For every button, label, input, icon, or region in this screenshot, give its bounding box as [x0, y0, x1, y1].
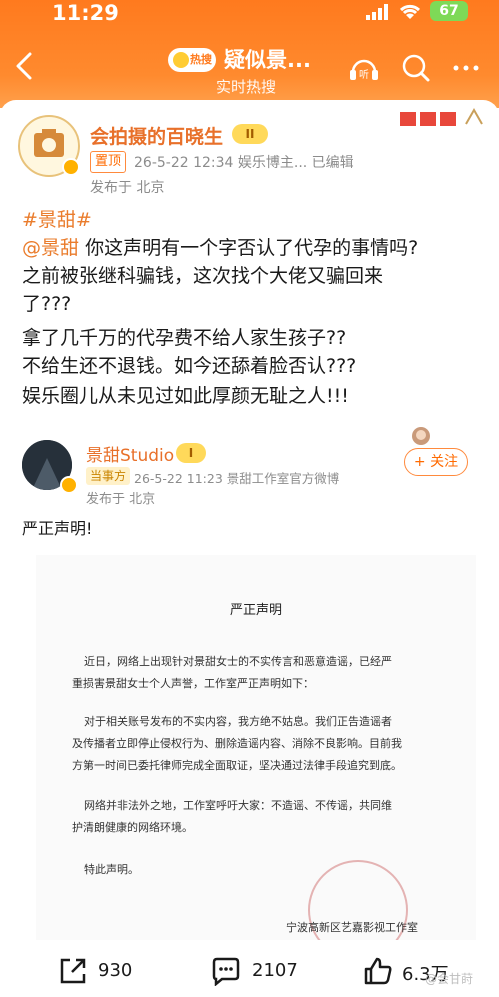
- repost-location: 发布于 北京: [86, 492, 156, 507]
- battery-indicator: 67: [430, 1, 468, 21]
- status-time: 11:29: [52, 1, 119, 25]
- listen-icon[interactable]: 听: [346, 50, 382, 86]
- post-location: 发布于 北京: [90, 180, 165, 196]
- hashtag-link[interactable]: #景甜#: [22, 209, 92, 231]
- statement-line-1: 近日，网络上出现针对景甜女士的不实传言和恶意造谣，已经严: [84, 655, 392, 668]
- top-bar: 11:29 67 热搜 疑似景... 实时热搜 听: [0, 0, 499, 108]
- hot-search-logo: 热搜: [168, 48, 216, 72]
- repost-meta: 26-5-22 11:23 景甜工作室官方微博: [134, 471, 340, 486]
- hot-search-logo-icon: [173, 52, 189, 68]
- post-hashtag[interactable]: #景甜#: [22, 208, 92, 232]
- more-icon[interactable]: [448, 50, 484, 86]
- studio-verified-badge-icon: [60, 476, 78, 494]
- statement-line-8: 特此声明。: [84, 863, 139, 876]
- involved-party-tag: 当事方: [86, 467, 131, 485]
- comment-icon[interactable]: [210, 956, 242, 986]
- signal-icon: [366, 4, 388, 20]
- like-icon[interactable]: [362, 956, 394, 986]
- statement-line-4: 及传播者立即停止侵权行为、删除造谣内容、消除不良影响。目前我: [72, 737, 402, 750]
- post-text-2: 之前被张继科骗钱，这次找个大佬又骗回来: [22, 265, 384, 287]
- festival-decoration-icon: [400, 107, 483, 126]
- statement-line-7: 护清朗健康的网络环境。: [72, 821, 193, 834]
- search-icon[interactable]: [398, 50, 434, 86]
- statement-line-6: 网络并非法外之地，工作室呼吁大家：不造谣、不传谣，共同维: [84, 799, 392, 812]
- statement-header: 严正声明!: [22, 519, 93, 538]
- mention-link[interactable]: @景甜: [22, 237, 79, 259]
- svg-text:听: 听: [359, 69, 369, 81]
- post-text-6: 娱乐圈儿从未见过如此厚颜无耻之人!!!: [22, 385, 349, 407]
- post-text-5: 不给生还不退钱。如今还舔着脸否认???: [22, 355, 357, 377]
- repost-icon[interactable]: [58, 956, 88, 986]
- avatar-pendant-icon: [412, 427, 430, 445]
- statement-image[interactable]: 严正声明 近日，网络上出现针对景甜女士的不实传言和恶意造谣，已经严 重损害景甜女…: [36, 555, 476, 940]
- follow-button[interactable]: + 关注: [404, 448, 468, 476]
- nav-bar: 热搜 疑似景... 实时热搜 听: [0, 36, 499, 98]
- hot-search-logo-text: 热搜: [190, 53, 212, 66]
- pinned-badge: 置顶: [90, 151, 127, 173]
- post-line-1: @景甜 你这声明有一个字否认了代孕的事情吗?: [22, 236, 418, 260]
- page-subtitle: 实时热搜: [216, 78, 277, 96]
- page-title: 疑似景...: [224, 48, 311, 72]
- watermark: @会甘莳: [425, 972, 474, 986]
- repost-count[interactable]: 930: [98, 960, 132, 981]
- comment-count[interactable]: 2107: [252, 960, 298, 981]
- statement-line-5: 方第一时间已委托律师完成全面取证，坚决通过法律手段追究到底。: [72, 759, 402, 772]
- post-meta: 26-5-22 12:34 娱乐博主... 已编辑: [134, 155, 354, 171]
- verified-badge-icon: [62, 158, 80, 176]
- post-text-1: 你这声明有一个字否认了代孕的事情吗?: [85, 237, 419, 259]
- statement-line-3: 对于相关账号发布的不实内容，我方绝不姑息。我们正告造谣者: [84, 715, 392, 728]
- statement-title: 严正声明: [229, 603, 282, 618]
- status-bar: 11:29 67: [0, 0, 499, 34]
- repost-author-name[interactable]: 景甜Studio: [86, 441, 174, 466]
- post-text-3: 了???: [22, 293, 72, 315]
- author-level-badge: II: [232, 124, 268, 144]
- back-icon[interactable]: [12, 50, 38, 82]
- post-author-name[interactable]: 会拍摄的百晓生: [90, 122, 223, 149]
- statement-line-2: 重损害景甜女士个人声誉，工作室严正声明如下：: [72, 677, 314, 690]
- statement-signature: 宁波高新区艺嘉影视工作室: [286, 921, 418, 934]
- wifi-icon: [399, 4, 421, 19]
- post-text-4: 拿了几千万的代孕费不给人家生孩子??: [22, 327, 347, 349]
- studio-level-badge: I: [176, 443, 206, 463]
